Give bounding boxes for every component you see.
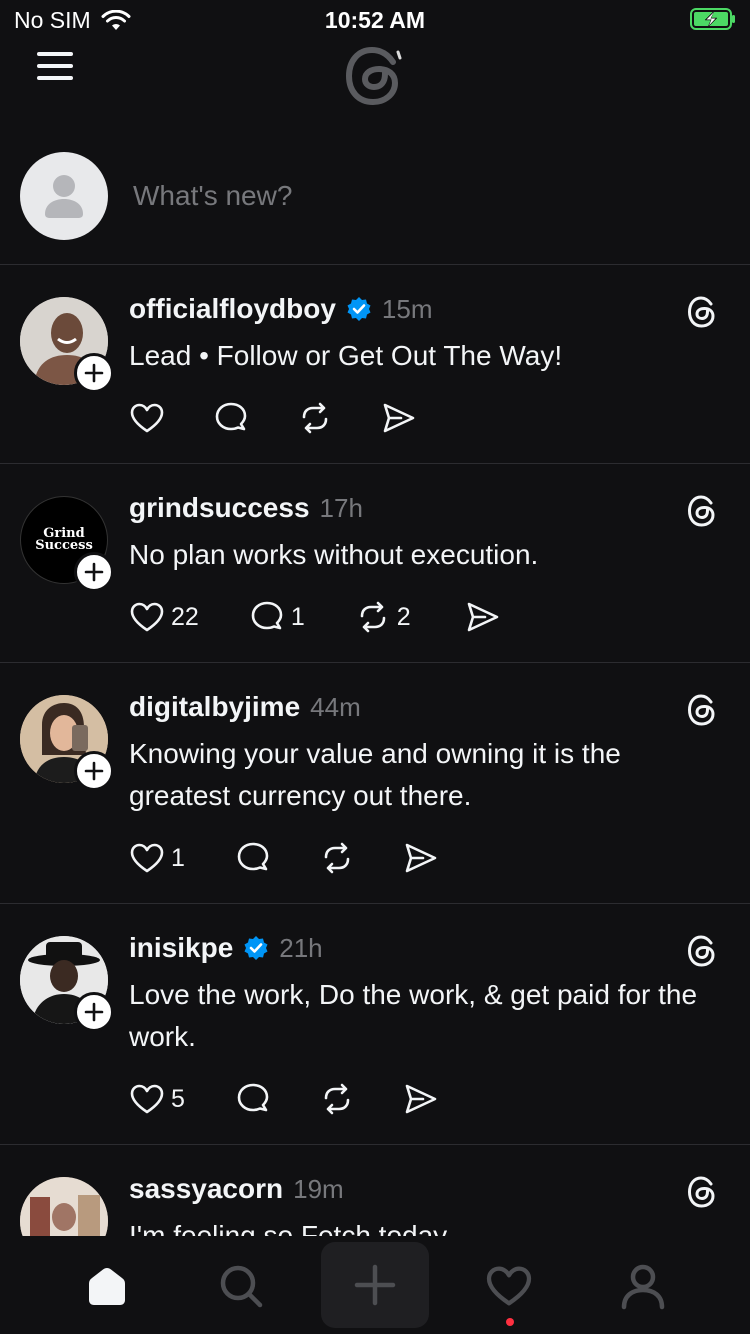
post: Grind Success grindsuccess 17h No plan w…	[0, 464, 750, 662]
comment-icon	[251, 601, 283, 630]
threads-logo[interactable]	[343, 44, 407, 108]
plus-icon	[84, 363, 104, 383]
repost-icon	[324, 842, 350, 874]
post-text: Knowing your value and owning it is the …	[129, 738, 621, 811]
plus-icon	[84, 562, 104, 582]
post: sassyacorn 19m I'm feeling so Fetch toda…	[0, 1145, 750, 1236]
share-button[interactable]	[403, 1081, 439, 1117]
reply-button[interactable]	[235, 840, 271, 876]
post-time: 44m	[310, 691, 361, 722]
follow-button[interactable]	[74, 353, 114, 393]
user-avatar[interactable]	[20, 152, 108, 240]
reply-button[interactable]	[213, 400, 249, 436]
like-count: 5	[171, 1084, 185, 1113]
tab-search[interactable]	[201, 1246, 281, 1326]
follow-button[interactable]	[74, 751, 114, 791]
battery-charging-icon	[690, 8, 735, 30]
post-text: Lead • Follow or Get Out The Way!	[129, 340, 563, 371]
tab-profile[interactable]	[603, 1246, 683, 1326]
post: digitalbyjime 44m Knowing your value and…	[0, 663, 750, 903]
follow-button[interactable]	[74, 992, 114, 1032]
bottom-tab-bar	[0, 1236, 750, 1334]
threads-icon[interactable]	[686, 295, 718, 329]
comment-icon	[237, 842, 269, 871]
plus-icon	[84, 761, 104, 781]
repost-button[interactable]	[297, 400, 333, 436]
threads-icon[interactable]	[686, 494, 718, 528]
heart-icon	[486, 1266, 532, 1306]
repost-icon	[302, 402, 328, 434]
tab-new-thread[interactable]	[321, 1242, 429, 1328]
follow-button[interactable]	[74, 552, 114, 592]
avatar[interactable]	[20, 1177, 108, 1236]
heart-icon	[130, 403, 164, 433]
plus-icon	[84, 1002, 104, 1022]
threads-icon[interactable]	[686, 693, 718, 727]
like-button[interactable]: 22	[129, 599, 199, 635]
person-placeholder-icon	[45, 175, 83, 218]
repost-icon	[324, 1083, 350, 1115]
tab-home[interactable]	[67, 1246, 147, 1326]
plus-icon	[354, 1264, 396, 1306]
clock: 10:52 AM	[324, 7, 426, 33]
top-header	[0, 40, 750, 120]
repost-icon	[360, 601, 386, 633]
post: officialfloydboy 15m Lead • Follow or Ge…	[0, 265, 750, 463]
search-icon	[220, 1265, 263, 1308]
send-icon	[405, 843, 437, 873]
reply-count: 1	[290, 602, 305, 631]
like-button[interactable]: 1	[129, 840, 185, 876]
avatar-logo-text: Grind Success	[35, 526, 93, 553]
profile-icon	[621, 1264, 665, 1310]
post-text: No plan works without execution.	[129, 539, 539, 570]
whats-new-input[interactable]: What's new?	[133, 180, 292, 212]
post-time: 21h	[279, 932, 323, 963]
post-time: 15m	[381, 293, 433, 324]
composer[interactable]: What's new?	[0, 150, 750, 264]
share-button[interactable]	[465, 599, 501, 635]
username[interactable]: digitalbyjime	[129, 691, 300, 723]
threads-icon[interactable]	[686, 934, 718, 968]
verified-badge-icon	[244, 936, 268, 960]
reply-button[interactable]: 1	[249, 599, 305, 635]
heart-icon	[130, 1084, 164, 1114]
share-button[interactable]	[403, 840, 439, 876]
comment-icon	[237, 1083, 269, 1112]
verified-badge-icon	[347, 297, 371, 321]
post-time: 17h	[319, 492, 363, 523]
heart-icon	[130, 843, 164, 873]
send-icon	[383, 403, 415, 433]
username[interactable]: sassyacorn	[129, 1173, 283, 1205]
comment-icon	[215, 402, 247, 431]
post-text: Love the work, Do the work, & get paid f…	[129, 979, 698, 1052]
repost-button[interactable]	[319, 1081, 355, 1117]
like-button[interactable]	[129, 400, 165, 436]
post-text: I'm feeling so Fetch today	[129, 1220, 448, 1236]
avatar-photo	[20, 1177, 108, 1236]
tab-activity[interactable]	[469, 1246, 549, 1326]
post: inisikpe 21h Love the work, Do the work,…	[0, 904, 750, 1144]
like-count: 1	[171, 843, 185, 872]
post-time: 19m	[293, 1173, 344, 1204]
threads-icon[interactable]	[686, 1175, 718, 1209]
status-bar: No SIM 10:52 AM	[0, 0, 750, 40]
send-icon	[405, 1084, 437, 1114]
menu-icon[interactable]	[37, 52, 75, 84]
send-icon	[467, 602, 498, 632]
username[interactable]: officialfloydboy	[129, 293, 336, 325]
username[interactable]: grindsuccess	[129, 492, 310, 524]
repost-count: 2	[396, 602, 411, 631]
home-icon	[89, 1268, 125, 1305]
like-count: 22	[171, 602, 199, 631]
repost-button[interactable]: 2	[355, 599, 411, 635]
like-button[interactable]: 5	[129, 1081, 185, 1117]
heart-icon	[130, 602, 164, 632]
notification-dot	[506, 1318, 514, 1326]
reply-button[interactable]	[235, 1081, 271, 1117]
share-button[interactable]	[381, 400, 417, 436]
username[interactable]: inisikpe	[129, 932, 233, 964]
repost-button[interactable]	[319, 840, 355, 876]
